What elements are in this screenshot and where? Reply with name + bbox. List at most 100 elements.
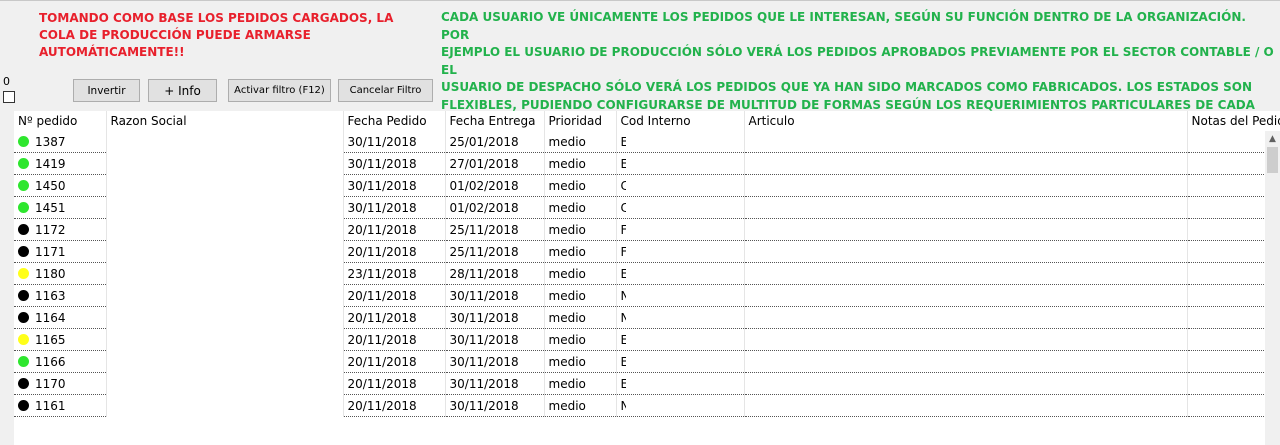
cell-articulo[interactable]	[744, 306, 1188, 329]
cancelar-filtro-button[interactable]: Cancelar Filtro	[338, 79, 433, 102]
cell-razon-social[interactable]	[106, 350, 344, 373]
cell-articulo[interactable]	[744, 131, 1188, 153]
cell-razon-social[interactable]	[106, 152, 344, 175]
cell-articulo[interactable]	[744, 328, 1188, 351]
cell-fecha-pedido[interactable]: 30/11/2018	[343, 131, 446, 153]
cell-articulo[interactable]	[744, 152, 1188, 175]
cell-num-pedido[interactable]: 1166	[14, 350, 107, 373]
cell-num-pedido[interactable]: 1180	[14, 262, 107, 285]
cell-prioridad[interactable]: medio	[544, 240, 617, 263]
table-row[interactable]: 1451 30/11/2018 01/02/2018 medio C	[14, 196, 1280, 219]
cell-num-pedido[interactable]: 1165	[14, 328, 107, 351]
cell-fecha-entrega[interactable]: 30/11/2018	[445, 372, 545, 395]
cell-prioridad[interactable]: medio	[544, 306, 617, 329]
orders-grid[interactable]: Nº pedido Razon Social Fecha Pedido Fech…	[14, 111, 1280, 445]
table-row[interactable]: 1163 20/11/2018 30/11/2018 medio N	[14, 284, 1280, 307]
cell-razon-social[interactable]	[106, 240, 344, 263]
cell-fecha-entrega[interactable]: 01/02/2018	[445, 196, 545, 219]
cell-prioridad[interactable]: medio	[544, 262, 617, 285]
vertical-scrollbar[interactable]	[1265, 131, 1280, 445]
cell-cod-interno[interactable]: N	[616, 306, 745, 329]
cell-cod-interno[interactable]: E	[616, 328, 745, 351]
cell-num-pedido[interactable]: 1161	[14, 394, 107, 417]
cell-fecha-pedido[interactable]: 20/11/2018	[343, 306, 446, 329]
table-row[interactable]: 1171 20/11/2018 25/11/2018 medio F	[14, 240, 1280, 263]
table-row[interactable]: 1164 20/11/2018 30/11/2018 medio N	[14, 306, 1280, 329]
cell-razon-social[interactable]	[106, 372, 344, 395]
cell-fecha-pedido[interactable]: 20/11/2018	[343, 372, 446, 395]
info-button[interactable]: + Info	[148, 79, 217, 102]
cell-num-pedido[interactable]: 1450	[14, 174, 107, 197]
cell-prioridad[interactable]: medio	[544, 196, 617, 219]
table-row[interactable]: 1172 20/11/2018 25/11/2018 medio F	[14, 218, 1280, 241]
cell-articulo[interactable]	[744, 262, 1188, 285]
table-row[interactable]: 1170 20/11/2018 30/11/2018 medio E	[14, 372, 1280, 395]
cell-fecha-pedido[interactable]: 20/11/2018	[343, 350, 446, 373]
cell-fecha-entrega[interactable]: 30/11/2018	[445, 328, 545, 351]
cell-prioridad[interactable]: medio	[544, 350, 617, 373]
cell-prioridad[interactable]: medio	[544, 174, 617, 197]
cell-razon-social[interactable]	[106, 218, 344, 241]
cell-prioridad[interactable]: medio	[544, 284, 617, 307]
cell-fecha-pedido[interactable]: 23/11/2018	[343, 262, 446, 285]
cell-num-pedido[interactable]: 1163	[14, 284, 107, 307]
cell-fecha-entrega[interactable]: 30/11/2018	[445, 306, 545, 329]
cell-articulo[interactable]	[744, 196, 1188, 219]
col-header-cod-interno[interactable]: Cod Interno	[616, 111, 745, 131]
table-row[interactable]: 1180 23/11/2018 28/11/2018 medio E	[14, 262, 1280, 285]
cell-razon-social[interactable]	[106, 328, 344, 351]
cell-fecha-entrega[interactable]: 25/01/2018	[445, 131, 545, 153]
cell-cod-interno[interactable]: E	[616, 350, 745, 373]
cell-cod-interno[interactable]: E	[616, 152, 745, 175]
cell-razon-social[interactable]	[106, 306, 344, 329]
table-row[interactable]: 1419 30/11/2018 27/01/2018 medio E	[14, 152, 1280, 175]
cell-articulo[interactable]	[744, 350, 1188, 373]
table-row[interactable]: 1450 30/11/2018 01/02/2018 medio C	[14, 174, 1280, 197]
col-header-fecha-entrega[interactable]: Fecha Entrega	[445, 111, 545, 131]
cell-articulo[interactable]	[744, 284, 1188, 307]
cell-razon-social[interactable]	[106, 196, 344, 219]
cell-articulo[interactable]	[744, 372, 1188, 395]
cell-fecha-pedido[interactable]: 20/11/2018	[343, 394, 446, 417]
table-row[interactable]: 1161 20/11/2018 30/11/2018 medio N	[14, 394, 1280, 417]
cell-fecha-entrega[interactable]: 30/11/2018	[445, 350, 545, 373]
cell-cod-interno[interactable]: N	[616, 284, 745, 307]
cell-fecha-entrega[interactable]: 30/11/2018	[445, 284, 545, 307]
cell-fecha-entrega[interactable]: 30/11/2018	[445, 394, 545, 417]
cell-razon-social[interactable]	[106, 284, 344, 307]
scrollbar-thumb[interactable]	[1267, 147, 1278, 173]
cell-fecha-entrega[interactable]: 01/02/2018	[445, 174, 545, 197]
cell-razon-social[interactable]	[106, 262, 344, 285]
cell-num-pedido[interactable]: 1387	[14, 131, 107, 153]
cell-cod-interno[interactable]: C	[616, 174, 745, 197]
col-header-num-pedido[interactable]: Nº pedido	[14, 111, 107, 131]
cell-num-pedido[interactable]: 1164	[14, 306, 107, 329]
cell-cod-interno[interactable]: E	[616, 131, 745, 153]
chevron-up-icon[interactable]: ▲	[1265, 131, 1280, 147]
cell-fecha-entrega[interactable]: 25/11/2018	[445, 240, 545, 263]
cell-fecha-pedido[interactable]: 20/11/2018	[343, 218, 446, 241]
cell-articulo[interactable]	[744, 394, 1188, 417]
col-header-prioridad[interactable]: Prioridad	[544, 111, 617, 131]
cell-prioridad[interactable]: medio	[544, 394, 617, 417]
cell-razon-social[interactable]	[106, 131, 344, 153]
cell-fecha-pedido[interactable]: 20/11/2018	[343, 284, 446, 307]
invertir-button[interactable]: Invertir	[73, 79, 140, 102]
cell-fecha-pedido[interactable]: 30/11/2018	[343, 196, 446, 219]
cell-cod-interno[interactable]: E	[616, 262, 745, 285]
table-row[interactable]: 1165 20/11/2018 30/11/2018 medio E	[14, 328, 1280, 351]
cell-num-pedido[interactable]: 1172	[14, 218, 107, 241]
cell-prioridad[interactable]: medio	[544, 372, 617, 395]
cell-razon-social[interactable]	[106, 174, 344, 197]
cell-fecha-pedido[interactable]: 20/11/2018	[343, 328, 446, 351]
cell-prioridad[interactable]: medio	[544, 328, 617, 351]
cell-prioridad[interactable]: medio	[544, 218, 617, 241]
cell-num-pedido[interactable]: 1170	[14, 372, 107, 395]
cell-fecha-entrega[interactable]: 27/01/2018	[445, 152, 545, 175]
cell-cod-interno[interactable]: F	[616, 240, 745, 263]
cell-fecha-pedido[interactable]: 30/11/2018	[343, 152, 446, 175]
cell-num-pedido[interactable]: 1451	[14, 196, 107, 219]
cell-fecha-pedido[interactable]: 20/11/2018	[343, 240, 446, 263]
cell-num-pedido[interactable]: 1171	[14, 240, 107, 263]
col-header-razon-social[interactable]: Razon Social	[106, 111, 344, 131]
